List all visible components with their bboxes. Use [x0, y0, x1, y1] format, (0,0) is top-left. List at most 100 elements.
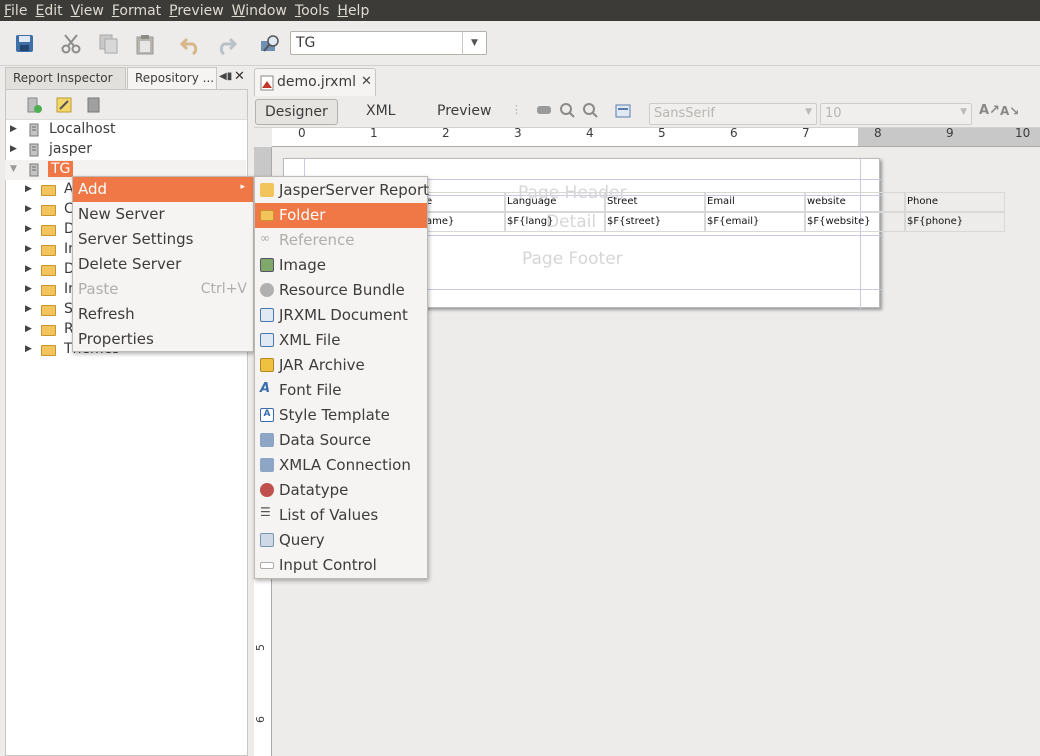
collapse-icon[interactable]: ▼: [10, 164, 17, 174]
left-panel-tabs: Report Inspector Repository ... ◀▮ ✕: [5, 67, 248, 89]
column-header[interactable]: website: [805, 192, 905, 212]
expand-icon[interactable]: ▶: [25, 184, 32, 194]
input-control-icon: [260, 562, 274, 569]
submenu-item-style-template[interactable]: A Style Template: [255, 403, 427, 428]
menu-item-server-settings[interactable]: Server Settings: [73, 227, 253, 252]
tab-repository[interactable]: Repository ...: [127, 67, 217, 89]
submenu-item-list-of-values[interactable]: ☰ List of Values: [255, 503, 427, 528]
paste-icon[interactable]: [134, 33, 156, 55]
minimize-panel-icon[interactable]: ◀▮: [219, 71, 232, 82]
properties-icon[interactable]: [615, 103, 631, 119]
menu-item-refresh[interactable]: Refresh: [73, 302, 253, 327]
zoom-in-icon[interactable]: [559, 102, 575, 118]
style-icon: A: [260, 408, 274, 422]
menu-item-delete-server[interactable]: Delete Server: [73, 252, 253, 277]
server-icon: [27, 143, 41, 157]
field-cell[interactable]: $F{street}: [605, 212, 705, 232]
increase-font-icon[interactable]: A↗: [979, 103, 1000, 118]
menu-item-label: Font File: [279, 381, 342, 399]
edit-server-icon[interactable]: [56, 97, 72, 113]
expand-icon[interactable]: ▶: [25, 324, 32, 334]
close-icon[interactable]: ✕: [234, 69, 245, 84]
field-cell[interactable]: $F{phone}: [905, 212, 1005, 232]
zoom-fit-icon[interactable]: [536, 102, 552, 118]
tree-item-jasper[interactable]: ▶ jasper: [5, 140, 246, 160]
menu-preview[interactable]: Preview: [169, 3, 224, 19]
submenu-item-xmla-connection[interactable]: XMLA Connection: [255, 453, 427, 478]
submenu-item-jasperserver-report[interactable]: JasperServer Report: [255, 178, 429, 203]
menu-tools[interactable]: Tools: [295, 3, 330, 19]
submenu-item-input-control[interactable]: Input Control: [255, 553, 427, 578]
font-size-select[interactable]: 10 ▼: [820, 103, 972, 125]
ruler-label: 3: [514, 126, 522, 140]
expand-icon[interactable]: ▶: [25, 244, 32, 254]
add-server-icon[interactable]: [26, 97, 42, 113]
tab-preview[interactable]: Preview: [428, 99, 501, 125]
submenu-item-query[interactable]: Query: [255, 528, 427, 553]
expand-icon[interactable]: ▶: [25, 224, 32, 234]
submenu-item-data-source[interactable]: Data Source: [255, 428, 427, 453]
submenu-item-jar-archive[interactable]: JAR Archive: [255, 353, 427, 378]
submenu-item-jrxml-document[interactable]: JRXML Document: [255, 303, 427, 328]
menu-item-label: New Server: [78, 205, 165, 223]
expand-icon[interactable]: ▶: [25, 264, 32, 274]
column-header[interactable]: Email: [705, 192, 805, 212]
submenu-item-image[interactable]: Image: [255, 253, 427, 278]
tab-xml[interactable]: XML: [357, 99, 404, 125]
menu-item-label: JAR Archive: [279, 356, 365, 374]
expand-icon[interactable]: ▶: [10, 124, 17, 134]
submenu-item-resource-bundle[interactable]: Resource Bundle: [255, 278, 427, 303]
column-header[interactable]: Phone: [905, 192, 1005, 212]
tree-item-localhost[interactable]: ▶ Localhost: [5, 120, 246, 140]
jrxml-file-icon: [259, 75, 275, 95]
close-tab-icon[interactable]: ✕: [361, 74, 372, 89]
submenu-item-reference[interactable]: ∞ Reference: [255, 228, 427, 253]
menu-file[interactable]: File: [4, 3, 27, 19]
expand-icon[interactable]: ▶: [10, 144, 17, 154]
menu-item-properties[interactable]: Properties: [73, 327, 253, 352]
submenu-item-xml-file[interactable]: XML File: [255, 328, 427, 353]
menu-view[interactable]: View: [71, 3, 104, 19]
menu-item-label: Server Settings: [78, 230, 194, 248]
menu-help[interactable]: Help: [337, 3, 369, 19]
field-cell[interactable]: $F{email}: [705, 212, 805, 232]
expand-icon[interactable]: ▶: [25, 304, 32, 314]
expand-icon[interactable]: ▶: [25, 284, 32, 294]
menu-item-new-server[interactable]: New Server: [73, 202, 253, 227]
main-toolbar: [0, 21, 1040, 66]
decrease-font-icon[interactable]: A↘: [1000, 104, 1019, 118]
menu-item-label: Datatype: [279, 481, 349, 499]
folder-icon: [41, 325, 56, 336]
field-cell[interactable]: $F{lang}: [505, 212, 605, 232]
remove-server-icon[interactable]: [86, 97, 102, 113]
font-family-select[interactable]: SansSerif ▼: [649, 103, 817, 125]
expand-icon[interactable]: ▶: [25, 344, 32, 354]
menu-item-paste[interactable]: Paste Ctrl+V: [73, 277, 253, 302]
document-tab[interactable]: demo.jrxml ✕: [254, 68, 376, 96]
submenu-item-font-file[interactable]: A Font File: [255, 378, 427, 403]
repository-search-icon[interactable]: [259, 33, 281, 55]
save-icon[interactable]: [14, 33, 36, 55]
column-header[interactable]: e: [425, 192, 505, 212]
field-cell[interactable]: ame}: [425, 212, 505, 232]
zoom-out-icon[interactable]: [582, 102, 598, 118]
expand-icon[interactable]: ▶: [25, 204, 32, 214]
menu-format[interactable]: Format: [112, 3, 161, 19]
column-header[interactable]: Language: [505, 192, 605, 212]
menu-window[interactable]: Window: [232, 3, 287, 19]
tab-report-inspector[interactable]: Report Inspector: [5, 67, 126, 89]
redo-icon[interactable]: [215, 33, 238, 56]
submenu-item-folder[interactable]: Folder: [255, 203, 427, 228]
undo-icon[interactable]: [179, 33, 202, 56]
column-header[interactable]: Street: [605, 192, 705, 212]
copy-icon[interactable]: [98, 33, 120, 55]
server-combo[interactable]: TG ▼: [290, 31, 487, 55]
cut-icon[interactable]: [60, 33, 82, 55]
field-cell[interactable]: $F{website}: [805, 212, 905, 232]
menu-item-add[interactable]: Add ▸: [73, 177, 253, 202]
add-submenu: JasperServer Report Folder ∞ Reference Im…: [254, 176, 429, 579]
tab-designer[interactable]: Designer: [255, 99, 338, 125]
menu-edit[interactable]: Edit: [35, 3, 62, 19]
chevron-down-icon[interactable]: ▼: [462, 32, 486, 54]
submenu-item-datatype[interactable]: Datatype: [255, 478, 427, 503]
